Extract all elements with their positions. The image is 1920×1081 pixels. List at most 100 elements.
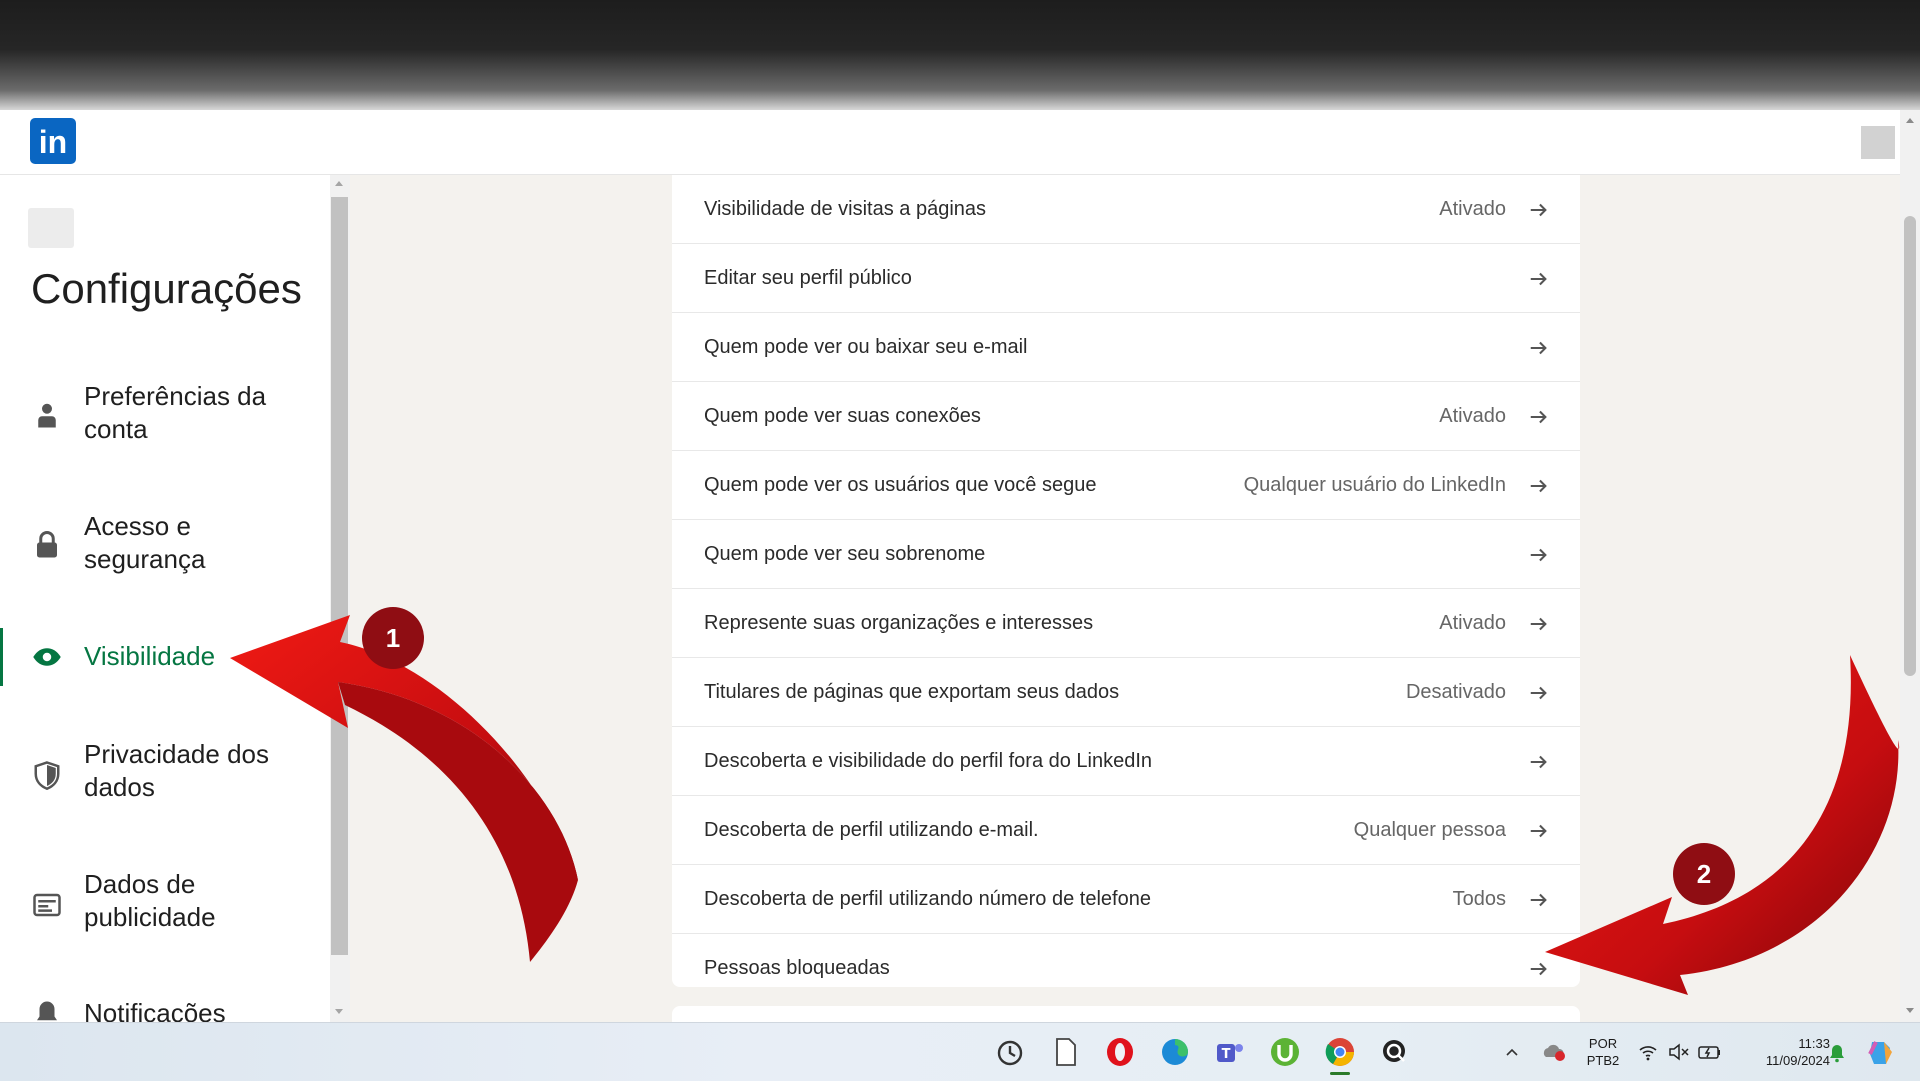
settings-row-last-name-visibility[interactable]: Quem pode ver seu sobrenome <box>672 520 1580 589</box>
clock-time: 11:33 <box>1798 1036 1830 1051</box>
row-label: Descoberta de perfil utilizando e-mail. <box>704 819 1039 841</box>
sidebar-item-label: Visibilidade <box>84 641 216 671</box>
arrow-right-icon <box>1530 824 1547 838</box>
arrow-right-icon <box>1530 686 1547 700</box>
arrow-right-icon <box>1530 548 1547 562</box>
arrow-right-icon <box>1530 410 1547 424</box>
keyboard-layout: PTB2 <box>1586 1053 1620 1068</box>
lock-icon <box>37 531 57 558</box>
sidebar-item-label: Acesso e segurança <box>84 511 206 574</box>
row-value: Desativado <box>1405 681 1506 703</box>
scroll-up-arrow-icon[interactable] <box>1906 118 1914 123</box>
annotation-badge-1: 1 <box>362 607 424 669</box>
annotation-arrow-1-tail <box>338 682 578 962</box>
top-nav-bar: in <box>0 110 1900 175</box>
visibility-settings-card: Visibilidade de visitas a páginas Ativad… <box>672 175 1580 987</box>
sidebar-item-label: Notificações <box>84 998 226 1022</box>
clock-app-icon[interactable] <box>994 1036 1026 1068</box>
utorrent-icon[interactable] <box>1269 1036 1301 1068</box>
notification-bell-icon[interactable] <box>1828 1043 1846 1063</box>
sidebar-item-label: Preferências da conta <box>84 381 267 444</box>
edge-icon[interactable] <box>1159 1036 1191 1068</box>
chrome-icon[interactable] <box>1324 1036 1356 1075</box>
linkedin-logo[interactable]: in <box>30 118 76 164</box>
scroll-down-arrow-icon[interactable] <box>1906 1008 1914 1013</box>
page-scrollbar-thumb[interactable] <box>1904 216 1916 676</box>
sidebar-item-notifications[interactable]: Notificações <box>0 997 330 1022</box>
arrow-right-icon <box>1530 272 1547 286</box>
row-label: Quem pode ver suas conexões <box>704 405 981 427</box>
settings-row-represent-organizations[interactable]: Represente suas organizações e interesse… <box>672 589 1580 658</box>
settings-row-connections-visibility[interactable]: Quem pode ver suas conexões Ativado <box>672 382 1580 451</box>
arrow-right-icon <box>1530 755 1547 769</box>
shield-icon <box>34 761 60 790</box>
row-label: Descoberta e visibilidade do perfil fora… <box>704 750 1153 772</box>
arrow-right-icon <box>1530 962 1547 976</box>
row-label: Descoberta de perfil utilizando número d… <box>704 888 1151 910</box>
system-clock[interactable]: 11:33 11/09/2024 <box>1732 1035 1830 1069</box>
settings-row-edit-public-profile[interactable]: Editar seu perfil público <box>672 244 1580 313</box>
sidebar-item-sign-in-security[interactable]: Acesso e segurança <box>0 510 330 580</box>
teams-icon[interactable]: T <box>1214 1036 1246 1068</box>
sidebar-item-label: Privacidade dos dados <box>84 739 269 802</box>
row-label: Visibilidade de visitas a páginas <box>704 198 987 220</box>
page-scrollbar[interactable] <box>1900 110 1920 1022</box>
annotation-arrow-2 <box>1545 655 1900 995</box>
row-label: Represente suas organizações e interesse… <box>704 612 1094 634</box>
scroll-down-arrow-icon[interactable] <box>335 1009 343 1014</box>
settings-row-blocked-people[interactable]: Pessoas bloqueadas <box>672 934 1580 1002</box>
svg-text:T: T <box>1222 1047 1231 1062</box>
row-value: Qualquer usuário do LinkedIn <box>1243 474 1506 496</box>
copilot-icon[interactable] <box>1866 1038 1896 1068</box>
active-app-underline <box>1330 1072 1350 1075</box>
row-label: Quem pode ver seu sobrenome <box>704 543 986 565</box>
row-value: Todos <box>1452 888 1506 910</box>
onedrive-error-icon[interactable] <box>1542 1041 1566 1063</box>
settings-row-page-visit-visibility[interactable]: Visibilidade de visitas a páginas Ativad… <box>672 175 1580 244</box>
settings-row-page-owners-export[interactable]: Titulares de páginas que exportam seus d… <box>672 658 1580 727</box>
sidebar-item-visibility[interactable]: Visibilidade <box>0 628 330 686</box>
sidebar-scrollbar[interactable] <box>330 175 350 1022</box>
eye-icon <box>33 648 61 666</box>
person-icon <box>38 403 56 428</box>
active-indicator <box>0 628 3 686</box>
keyboard-language-indicator[interactable]: POR PTB2 <box>1578 1035 1628 1069</box>
page-title: Configurações <box>31 265 302 312</box>
search-app-icon[interactable] <box>1379 1036 1411 1068</box>
arrow-right-icon <box>1530 203 1547 217</box>
sidebar-item-data-privacy[interactable]: Privacidade dos dados <box>0 738 330 808</box>
sidebar-item-account-preferences[interactable]: Preferências da conta <box>0 380 330 450</box>
sidebar-item-advertising-data[interactable]: Dados de publicidade <box>0 868 330 938</box>
row-value: Ativado <box>1439 405 1506 427</box>
avatar[interactable] <box>28 208 74 248</box>
bell-icon <box>37 1001 57 1021</box>
arrow-right-icon <box>1530 893 1547 907</box>
opera-icon[interactable] <box>1104 1036 1136 1068</box>
settings-sidebar: Configurações Preferências da conta Aces… <box>0 175 330 1022</box>
settings-row-profile-discovery-off-linkedin[interactable]: Descoberta e visibilidade do perfil fora… <box>672 727 1580 796</box>
row-label: Editar seu perfil público <box>704 267 912 289</box>
sidebar-scrollbar-thumb[interactable] <box>331 197 348 955</box>
notepad-icon[interactable] <box>1049 1036 1081 1068</box>
arrow-right-icon <box>1530 341 1547 355</box>
settings-row-following-visibility[interactable]: Quem pode ver os usuários que você segue… <box>672 451 1580 520</box>
language-code: POR <box>1588 1036 1618 1051</box>
chevron-up-icon[interactable] <box>1505 1045 1519 1059</box>
row-label: Pessoas bloqueadas <box>704 957 890 979</box>
row-label: Quem pode ver os usuários que você segue <box>704 474 1097 496</box>
clock-date: 11/09/2024 <box>1765 1053 1830 1068</box>
settings-row-email-visibility[interactable]: Quem pode ver ou baixar seu e-mail <box>672 313 1580 382</box>
screen-top-blur <box>0 0 1920 110</box>
settings-row-discovery-by-phone[interactable]: Descoberta de perfil utilizando número d… <box>672 865 1580 934</box>
battery-charging-icon[interactable] <box>1698 1043 1722 1061</box>
row-label: Quem pode ver ou baixar seu e-mail <box>704 336 1028 358</box>
scroll-up-arrow-icon[interactable] <box>335 181 343 186</box>
speaker-muted-icon[interactable] <box>1668 1043 1690 1061</box>
wifi-icon[interactable] <box>1638 1043 1658 1061</box>
row-label: Titulares de páginas que exportam seus d… <box>704 681 1120 703</box>
arrow-right-icon <box>1530 617 1547 631</box>
windows-taskbar: T POR PTB2 11:33 11/09/2024 <box>0 1022 1920 1081</box>
profile-avatar[interactable] <box>1861 126 1895 159</box>
settings-row-discovery-by-email[interactable]: Descoberta de perfil utilizando e-mail. … <box>672 796 1580 865</box>
annotation-badge-2: 2 <box>1673 843 1735 905</box>
